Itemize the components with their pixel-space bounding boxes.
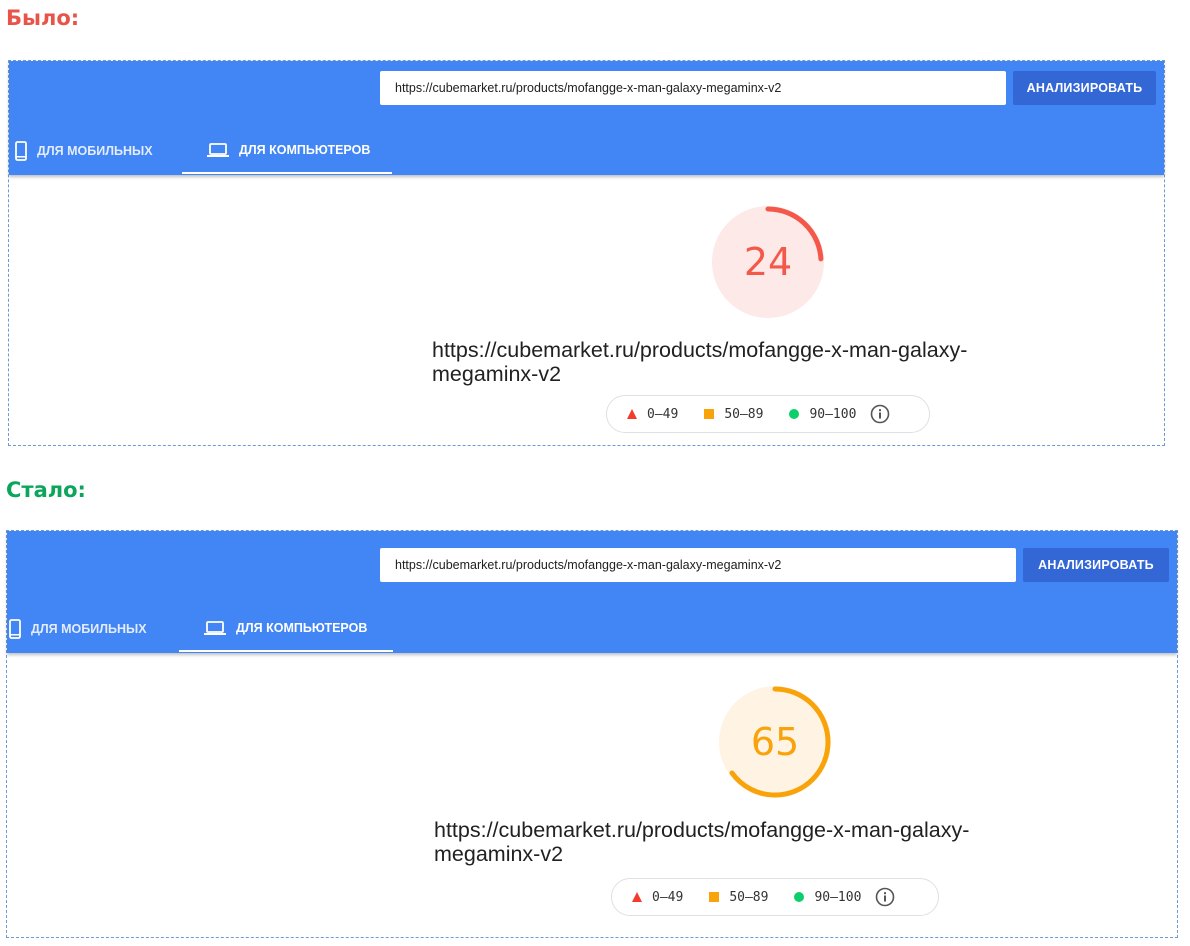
legend-fail: 0–49 bbox=[632, 890, 683, 905]
legend-average: 50–89 bbox=[709, 890, 768, 905]
after-tab-mobile[interactable]: ДЛЯ МОБИЛЬНЫХ bbox=[9, 606, 147, 652]
legend-average: 50–89 bbox=[704, 407, 763, 422]
legend-average-label: 50–89 bbox=[724, 406, 764, 422]
legend-fail: 0–49 bbox=[627, 407, 678, 422]
after-tab-mobile-label: ДЛЯ МОБИЛЬНЫХ bbox=[31, 622, 147, 636]
circle-icon bbox=[789, 409, 800, 419]
legend-fail-label: 0–49 bbox=[652, 889, 684, 905]
before-url-input[interactable]: https://cubemarket.ru/products/mofangge-… bbox=[380, 71, 1006, 105]
after-score-value: 65 bbox=[750, 720, 800, 764]
before-heading: Было: bbox=[6, 6, 80, 30]
after-tested-url: https://cubemarket.ru/products/mofangge-… bbox=[434, 818, 970, 866]
triangle-icon bbox=[627, 409, 637, 419]
after-legend: 0–49 50–89 90–100 bbox=[611, 878, 939, 916]
laptop-icon bbox=[204, 620, 226, 636]
before-tab-mobile-label: ДЛЯ МОБИЛЬНЫХ bbox=[37, 144, 153, 158]
before-score-value: 24 bbox=[743, 240, 793, 284]
legend-average-label: 50–89 bbox=[729, 889, 769, 905]
before-tested-url: https://cubemarket.ru/products/mofangge-… bbox=[432, 338, 968, 386]
after-analyze-button[interactable]: АНАЛИЗИРОВАТЬ bbox=[1023, 548, 1169, 582]
legend-pass: 90–100 bbox=[794, 890, 861, 905]
info-icon[interactable] bbox=[870, 404, 890, 424]
laptop-icon bbox=[207, 142, 229, 158]
before-tab-desktop-label: ДЛЯ КОМПЬЮТЕРОВ bbox=[239, 143, 371, 157]
after-heading: Стало: bbox=[6, 478, 86, 502]
after-panel: https://cubemarket.ru/products/mofangge-… bbox=[6, 530, 1178, 938]
smartphone-icon bbox=[9, 619, 21, 639]
info-icon[interactable] bbox=[875, 887, 895, 907]
legend-pass-label: 90–100 bbox=[809, 406, 857, 422]
after-tab-desktop[interactable]: ДЛЯ КОМПЬЮТЕРОВ bbox=[179, 606, 393, 652]
before-panel: https://cubemarket.ru/products/mofangge-… bbox=[8, 60, 1165, 446]
square-icon bbox=[709, 892, 720, 902]
smartphone-icon bbox=[15, 141, 27, 161]
before-legend: 0–49 50–89 90–100 bbox=[606, 395, 930, 433]
before-header-bar: https://cubemarket.ru/products/mofangge-… bbox=[9, 61, 1164, 175]
before-tab-desktop[interactable]: ДЛЯ КОМПЬЮТЕРОВ bbox=[182, 128, 392, 174]
before-tab-mobile[interactable]: ДЛЯ МОБИЛЬНЫХ bbox=[15, 128, 153, 174]
triangle-icon bbox=[632, 892, 642, 902]
after-header-bar: https://cubemarket.ru/products/mofangge-… bbox=[7, 531, 1177, 653]
after-url-input[interactable]: https://cubemarket.ru/products/mofangge-… bbox=[380, 548, 1016, 582]
before-score-gauge: 24 bbox=[709, 203, 827, 321]
before-analyze-button[interactable]: АНАЛИЗИРОВАТЬ bbox=[1013, 71, 1156, 105]
circle-icon bbox=[794, 892, 805, 902]
legend-pass: 90–100 bbox=[789, 407, 856, 422]
square-icon bbox=[704, 409, 715, 419]
after-score-gauge: 65 bbox=[716, 683, 834, 801]
legend-fail-label: 0–49 bbox=[647, 406, 679, 422]
after-tab-desktop-label: ДЛЯ КОМПЬЮТЕРОВ bbox=[236, 621, 368, 635]
legend-pass-label: 90–100 bbox=[814, 889, 862, 905]
